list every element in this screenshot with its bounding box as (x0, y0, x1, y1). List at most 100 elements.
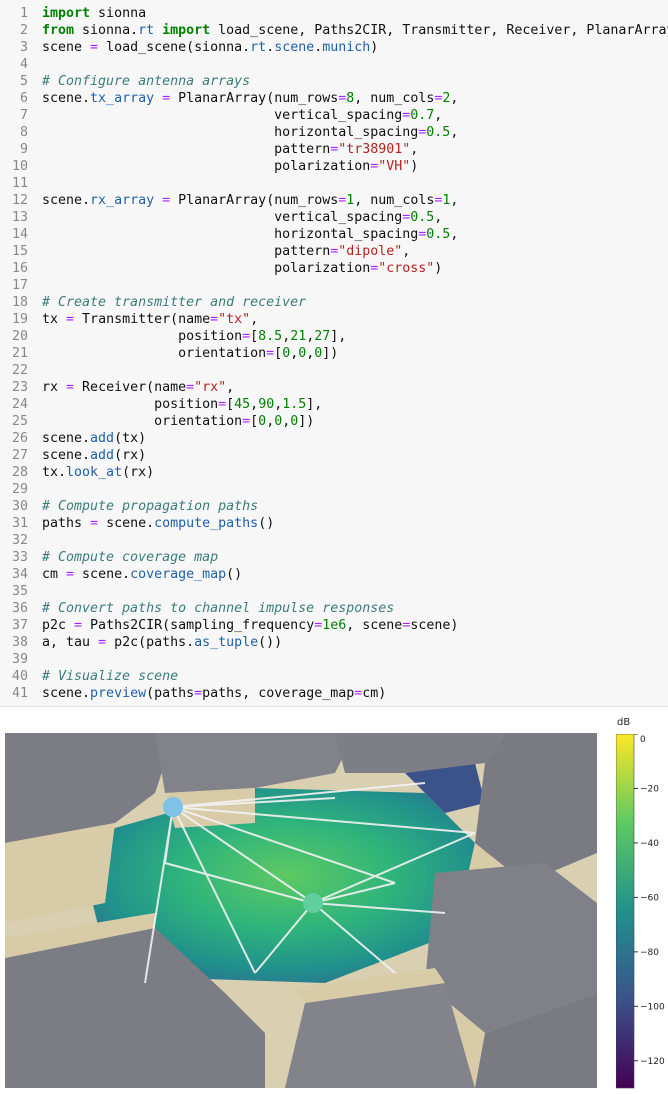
code-line[interactable]: 30 # Compute propagation paths (0, 498, 668, 515)
code-line[interactable]: 29 (0, 481, 668, 498)
code-token: pattern (42, 244, 331, 259)
code-token: = (218, 397, 227, 412)
code-line[interactable]: 1 import sionna (0, 5, 668, 22)
code-token: = (66, 312, 75, 327)
code-line[interactable]: 20 position=[8.5,21,27], (0, 328, 668, 345)
code-line[interactable]: 38 a, tau = p2c(paths.as_tuple()) (0, 634, 668, 651)
code-line[interactable]: 17 (0, 277, 668, 294)
line-number: 33 (11, 550, 28, 565)
code-token: munich (322, 40, 371, 55)
code-line[interactable]: 25 orientation=[0,0,0]) (0, 413, 668, 430)
line-number: 13 (11, 210, 28, 225)
line-number: 23 (11, 380, 28, 395)
code-token: = (210, 312, 219, 327)
code-line[interactable]: 4 (0, 56, 668, 73)
code-line[interactable]: 15 pattern="dipole", (0, 243, 668, 260)
code-token: [ (226, 397, 235, 412)
code-token: = (74, 618, 83, 633)
code-token: ) (434, 261, 443, 276)
code-line[interactable]: 35 (0, 583, 668, 600)
code-token: polarization (42, 159, 371, 174)
code-line[interactable]: 33 # Compute coverage map (0, 549, 668, 566)
code-token: rx_array (90, 193, 155, 208)
code-token: scene. (42, 91, 91, 106)
line-number: 37 (11, 618, 28, 633)
code-token: "VH" (378, 159, 411, 174)
code-line[interactable]: 13 vertical_spacing=0.5, (0, 209, 668, 226)
code-token: , (450, 193, 459, 208)
code-token: orientation (42, 414, 243, 429)
code-token: horizontal_spacing (42, 125, 419, 140)
line-number: 28 (11, 465, 28, 480)
code-line[interactable]: 3 scene = load_scene(sionna.rt.scene.muni… (0, 39, 668, 56)
code-line[interactable]: 12 scene.rx_array = PlanarArray(num_rows=… (0, 192, 668, 209)
code-token: 1.5 (282, 397, 307, 412)
code-line[interactable]: 28 tx.look_at(rx) (0, 464, 668, 481)
line-number: 18 (11, 295, 28, 310)
code-line[interactable]: 14 horizontal_spacing=0.5, (0, 226, 668, 243)
code-line[interactable]: 40 # Visualize scene (0, 668, 668, 685)
code-token: 21 (290, 329, 307, 344)
line-number: 39 (11, 652, 28, 667)
code-token: sionna (90, 6, 147, 21)
code-line[interactable]: 32 (0, 532, 668, 549)
line-number: 19 (11, 312, 28, 327)
scene-preview[interactable] (5, 733, 597, 1088)
code-line[interactable]: 19 tx = Transmitter(name="tx", (0, 311, 668, 328)
code-line[interactable]: 21 orientation=[0,0,0]) (0, 345, 668, 362)
code-line[interactable]: 6 scene.tx_array = PlanarArray(num_rows=8… (0, 90, 668, 107)
code-token: , (226, 380, 235, 395)
code-token: # Compute coverage map (42, 550, 219, 565)
code-token: tx_array (90, 91, 155, 106)
line-number: 1 (19, 6, 28, 21)
code-token: 0.7 (410, 108, 435, 123)
code-token: # Convert paths to channel impulse respo… (42, 601, 395, 616)
code-token: scene. (98, 516, 155, 531)
code-token: , (450, 227, 459, 242)
code-line[interactable]: 5 # Configure antenna arrays (0, 73, 668, 90)
code-line[interactable]: 2 from sionna.rt import load_scene, Paths… (0, 22, 668, 39)
code-token: vertical_spacing (42, 210, 403, 225)
code-token: . (266, 40, 275, 55)
code-line[interactable]: 16 polarization="cross") (0, 260, 668, 277)
line-number: 38 (11, 635, 28, 650)
code-line[interactable]: 22 (0, 362, 668, 379)
code-cell[interactable]: 1 import sionna 2 from sionna.rt import loa… (0, 0, 668, 706)
code-line[interactable]: 10 polarization="VH") (0, 158, 668, 175)
code-line[interactable]: 9 pattern="tr38901", (0, 141, 668, 158)
code-line[interactable]: 31 paths = scene.compute_paths() (0, 515, 668, 532)
code-line[interactable]: 39 (0, 651, 668, 668)
line-number: 4 (19, 57, 28, 72)
colorbar-tick-label: −20 (640, 784, 659, 794)
line-number: 7 (19, 108, 28, 123)
colorbar-tick-label: −120 (640, 1057, 665, 1067)
code-line[interactable]: 34 cm = scene.coverage_map() (0, 566, 668, 583)
receiver-marker (303, 893, 323, 913)
code-token: scene (274, 40, 315, 55)
code-token: , (266, 414, 275, 429)
code-token: load_scene, Paths2CIR, Transmitter, Rece… (210, 23, 668, 38)
code-line[interactable]: 7 vertical_spacing=0.7, (0, 107, 668, 124)
code-line[interactable]: 24 position=[45,90,1.5], (0, 396, 668, 413)
code-line[interactable]: 18 # Create transmitter and receiver (0, 294, 668, 311)
code-line[interactable]: 27 scene.add(rx) (0, 447, 668, 464)
colorbar: 0 −20 −40 −60 −80 −100 −120 (616, 734, 665, 1089)
code-line[interactable]: 26 scene.add(tx) (0, 430, 668, 447)
code-token: cm) (362, 686, 387, 701)
colorbar-tick-label: −100 (640, 1002, 665, 1012)
code-line[interactable]: 8 horizontal_spacing=0.5, (0, 124, 668, 141)
code-line[interactable]: 23 rx = Receiver(name="rx", (0, 379, 668, 396)
code-token: , (410, 142, 419, 157)
code-line[interactable]: 41 scene.preview(paths=paths, coverage_ma… (0, 685, 668, 702)
code-line[interactable]: 11 (0, 175, 668, 192)
code-token: = (162, 193, 171, 208)
code-token: add (90, 448, 115, 463)
line-number: 11 (11, 176, 28, 191)
line-number: 35 (11, 584, 28, 599)
code-token: , (450, 91, 459, 106)
code-line[interactable]: 37 p2c = Paths2CIR(sampling_frequency=1e6… (0, 617, 668, 634)
code-line[interactable]: 36 # Convert paths to channel impulse res… (0, 600, 668, 617)
code-token: vertical_spacing (42, 108, 403, 123)
line-number: 26 (11, 431, 28, 446)
code-token: 0.5 (426, 125, 451, 140)
